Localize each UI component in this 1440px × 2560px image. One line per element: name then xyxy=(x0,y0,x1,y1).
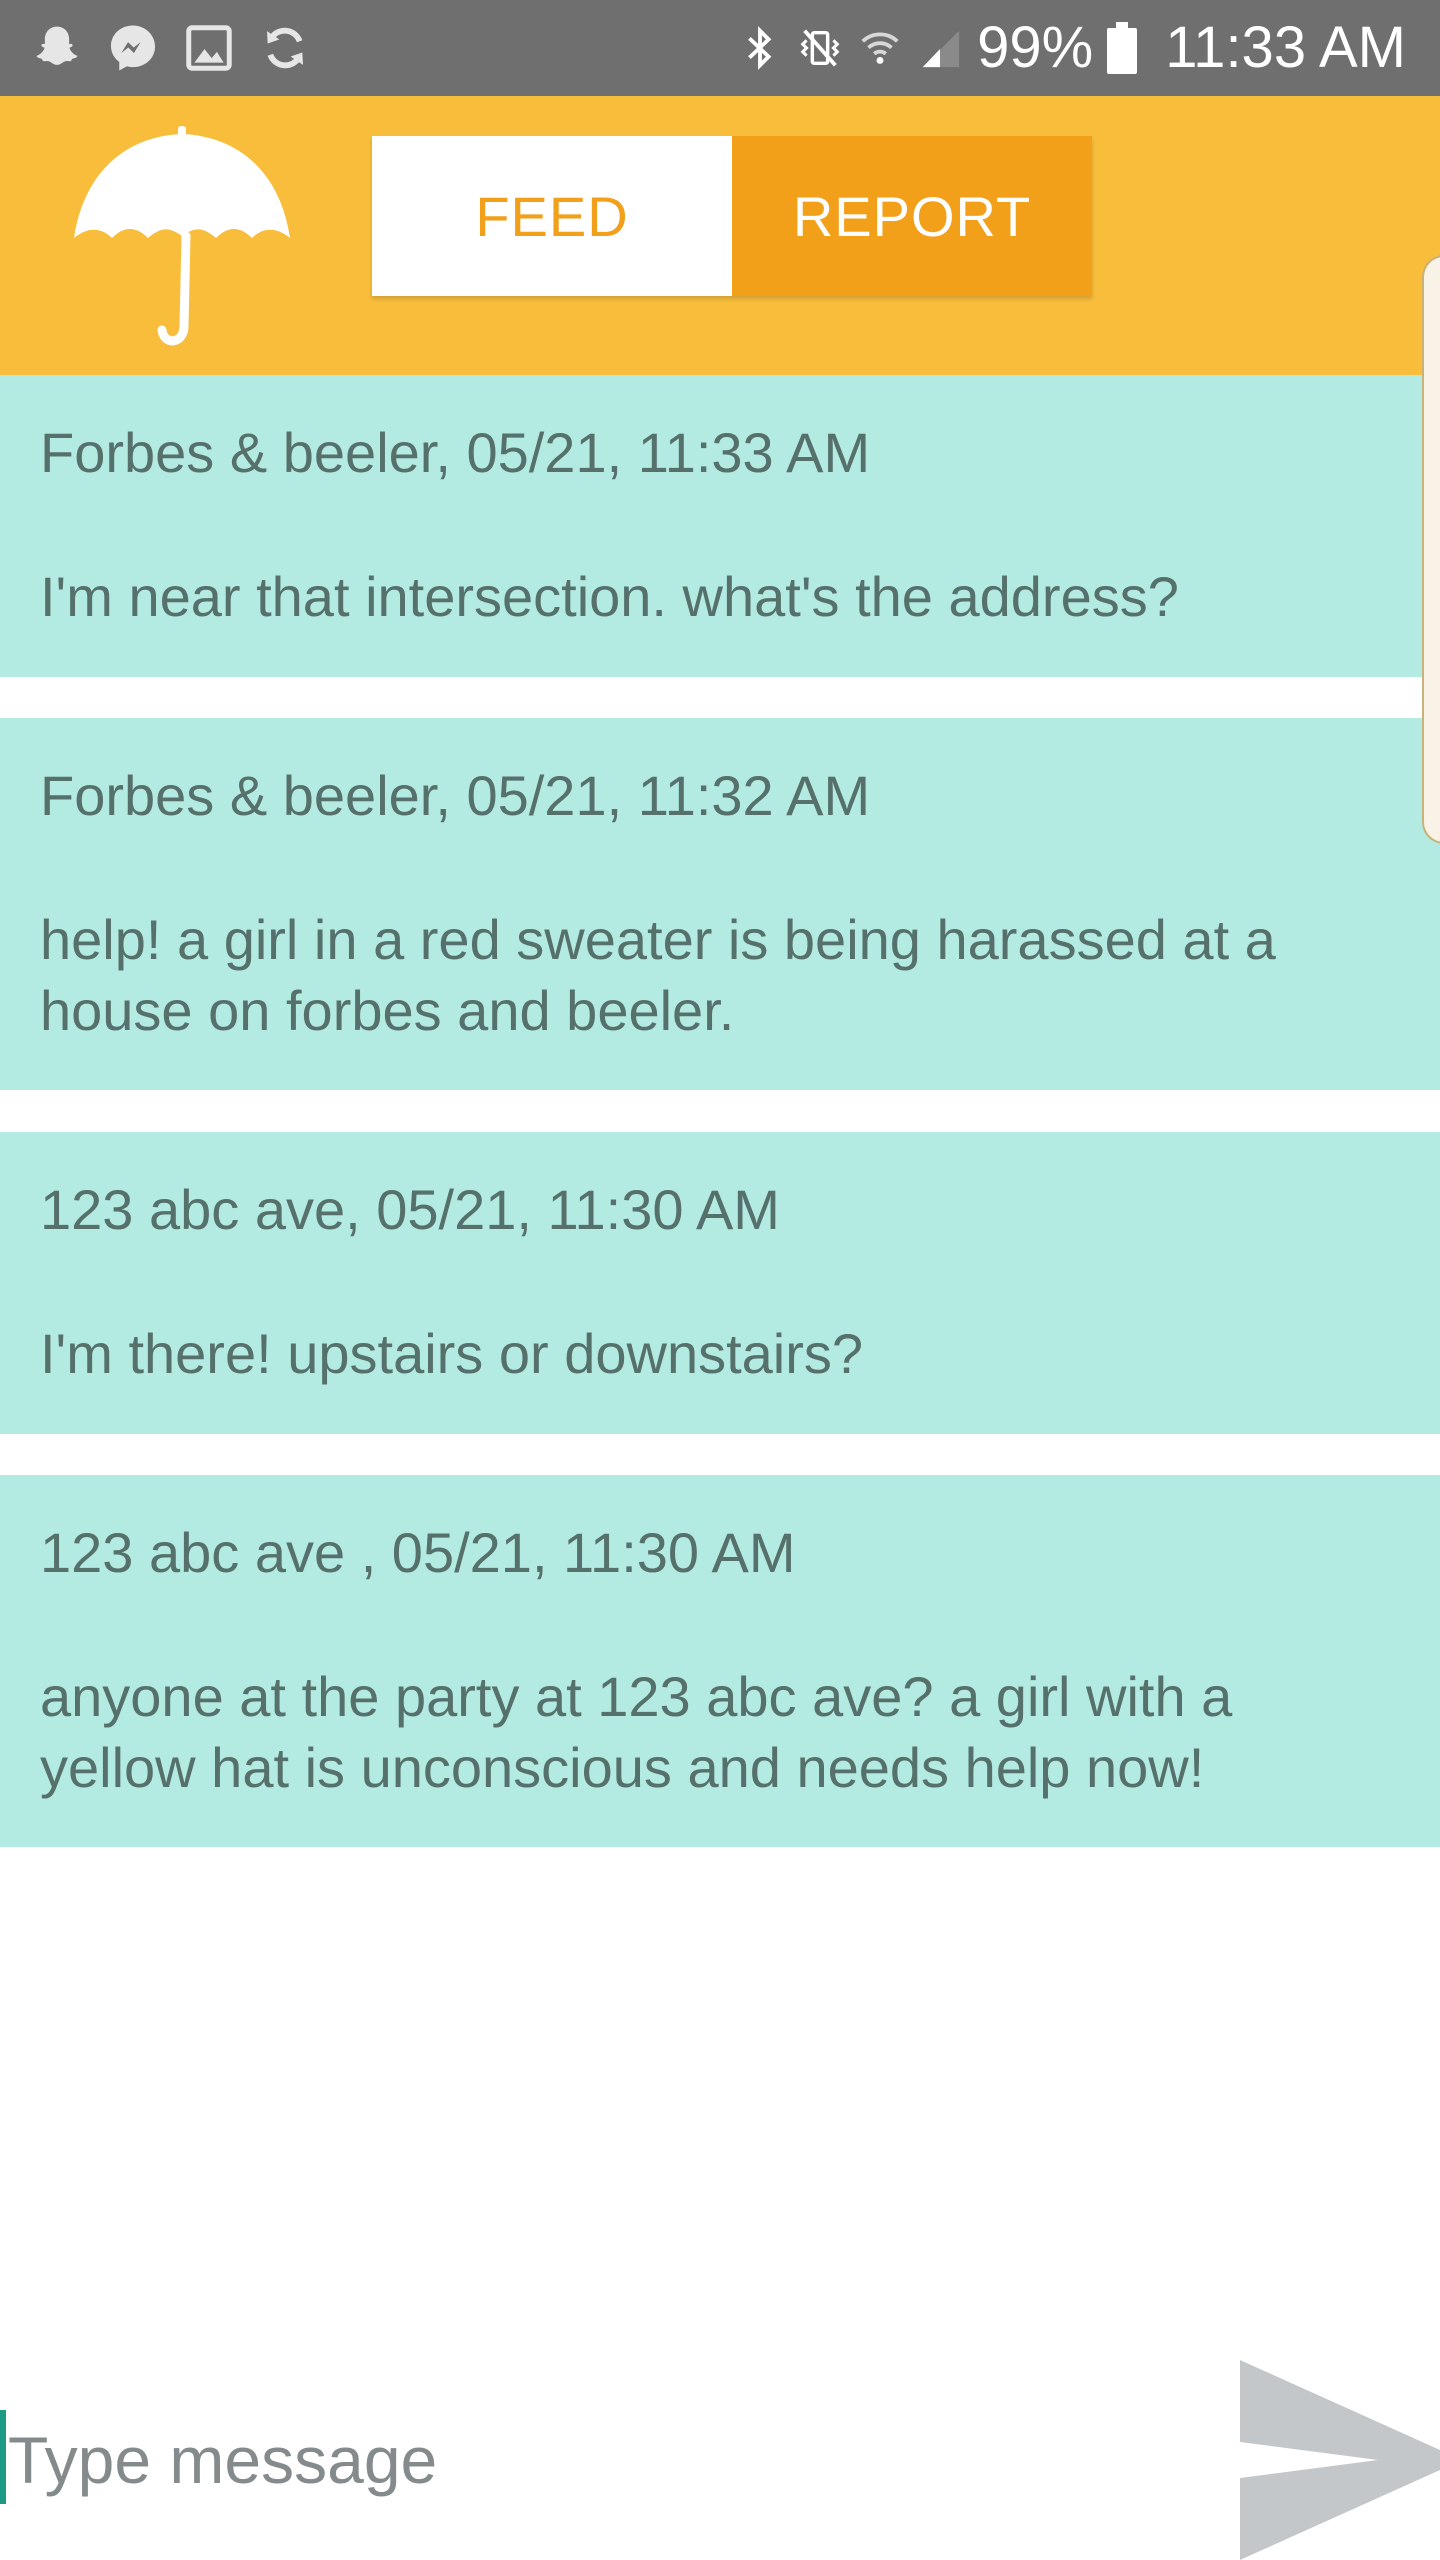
status-notification-icons xyxy=(30,18,312,78)
feed-item-text: help! a girl in a red sweater is being h… xyxy=(40,908,1276,1042)
feed-item[interactable]: Forbes & beeler, 05/21, 11:32 AM help! a… xyxy=(0,718,1440,1090)
text-cursor xyxy=(0,2410,6,2504)
signal-icon xyxy=(922,30,960,68)
tab-feed[interactable]: FEED xyxy=(372,136,732,296)
umbrella-icon xyxy=(74,126,290,346)
feed-item-meta: 123 abc ave , 05/21, 11:30 AM xyxy=(40,1521,796,1584)
send-icon[interactable] xyxy=(1238,2360,1440,2560)
edge-panel-handle[interactable] xyxy=(1422,255,1440,844)
message-input[interactable] xyxy=(8,2410,1188,2510)
feed-item-text: I'm there! upstairs or downstairs? xyxy=(40,1322,864,1385)
status-bar: 99% 11:33 AM xyxy=(0,0,1440,96)
battery-icon xyxy=(1107,22,1138,74)
vibrate-icon xyxy=(800,29,840,67)
gallery-icon xyxy=(186,25,232,71)
sync-icon xyxy=(267,27,303,69)
tab-bar: FEED REPORT xyxy=(372,136,1092,296)
feed-item[interactable]: Forbes & beeler, 05/21, 11:33 AM I'm nea… xyxy=(0,375,1440,677)
battery-percentage: 99% xyxy=(977,15,1094,80)
feed-item-meta: Forbes & beeler, 05/21, 11:32 AM xyxy=(40,764,871,827)
messenger-icon xyxy=(110,25,156,71)
feed-item[interactable]: 123 abc ave , 05/21, 11:30 AM anyone at … xyxy=(0,1475,1440,1847)
snapchat-icon xyxy=(36,26,78,65)
feed-item[interactable]: 123 abc ave, 05/21, 11:30 AM I'm there! … xyxy=(0,1132,1440,1434)
feed-item-meta: 123 abc ave, 05/21, 11:30 AM xyxy=(40,1178,780,1241)
tab-report[interactable]: REPORT xyxy=(732,136,1092,296)
message-composer xyxy=(0,2350,1440,2560)
feed-item-meta: Forbes & beeler, 05/21, 11:33 AM xyxy=(40,421,871,484)
wifi-icon xyxy=(861,32,899,64)
bluetooth-icon xyxy=(748,26,772,70)
feed-item-text: I'm near that intersection. what's the a… xyxy=(40,565,1179,628)
app-header: FEED REPORT xyxy=(0,96,1440,375)
feed-item-text: anyone at the party at 123 abc ave? a gi… xyxy=(40,1665,1233,1799)
status-system-icons: 99% 11:33 AM xyxy=(737,10,1406,86)
clock: 11:33 AM xyxy=(1165,15,1406,80)
